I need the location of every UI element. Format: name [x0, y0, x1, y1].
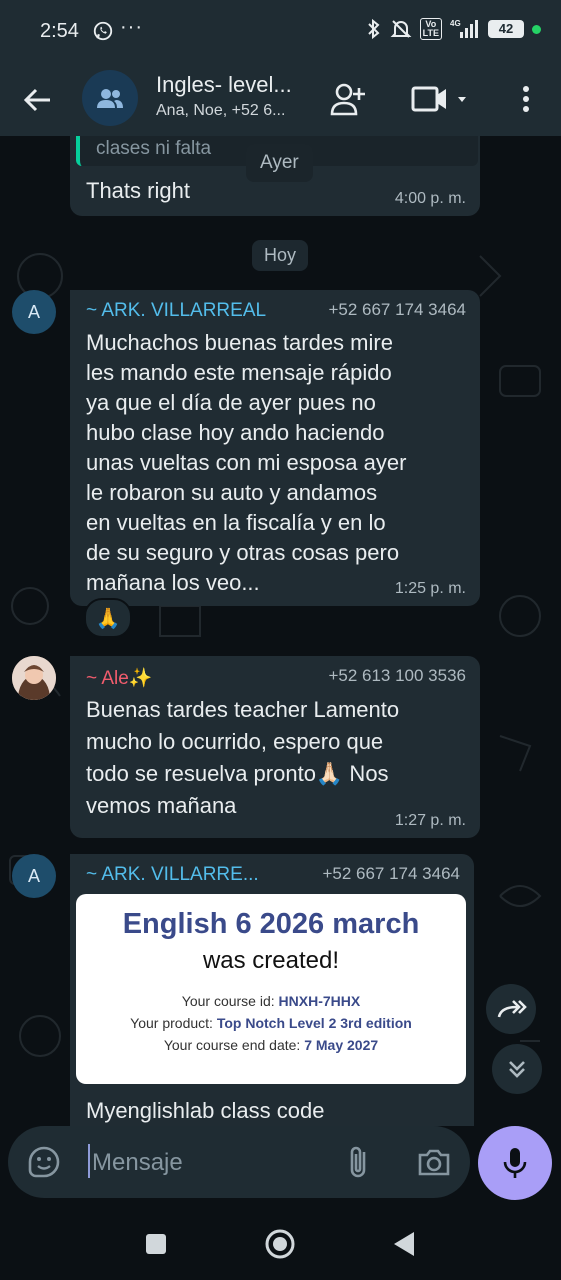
forward-button[interactable] — [486, 984, 536, 1034]
message-line: todo se resuelva pronto🙏🏻 Nos — [86, 761, 389, 786]
camera-icon — [418, 1149, 450, 1176]
course-id-value: HNXH-7HHX — [278, 993, 361, 1009]
course-created-image[interactable]: English 6 2026 march was created! Your c… — [76, 894, 466, 1084]
forward-icon — [497, 1000, 527, 1018]
chat-title: Ingles- level... — [156, 72, 292, 97]
paperclip-icon — [350, 1146, 366, 1178]
message-input[interactable] — [90, 1144, 324, 1182]
sticker-button[interactable] — [26, 1144, 62, 1185]
voice-message-button[interactable] — [478, 1126, 552, 1200]
message-line: unas vueltas con mi esposa ayer — [86, 450, 407, 475]
triangle-back-icon — [394, 1232, 414, 1256]
double-chevron-down-icon — [509, 1061, 525, 1078]
camera-button[interactable] — [416, 1144, 452, 1185]
message-line: hubo clase hoy ando haciendo — [86, 420, 385, 445]
message-line: mañana los veo... — [86, 570, 260, 595]
system-navigation-bar — [0, 1206, 561, 1280]
microphone-icon — [503, 1148, 527, 1178]
video-call-button[interactable] — [410, 82, 476, 121]
message-input-container[interactable] — [8, 1126, 470, 1198]
bluetooth-icon — [367, 18, 380, 40]
end-date-label: Your course end date: — [163, 1037, 301, 1053]
sender-phone: +52 667 174 3464 — [322, 864, 460, 883]
privacy-indicator-dot — [532, 24, 541, 34]
circle-home-icon — [265, 1229, 295, 1259]
message-line: Muchachos buenas tardes mire — [86, 330, 393, 355]
message-line: vemos mañana — [86, 793, 237, 818]
message-line: mucho lo ocurrido, espero que — [86, 729, 384, 754]
group-icon — [97, 89, 123, 108]
message-time: 4:00 p. m. — [394, 190, 466, 207]
attach-button[interactable] — [344, 1144, 374, 1185]
chat-messages-area[interactable]: clases ni falta Thats right 4:00 p. m. A… — [0, 136, 561, 1126]
message-bubble[interactable]: ~ ARK. VILLARREAL +52 667 174 3464 Mucha… — [70, 290, 480, 606]
message-reaction[interactable]: 🙏 — [84, 598, 132, 638]
chat-participants: Ana, Noe, +52 6... — [156, 102, 286, 119]
compose-bar — [0, 1126, 561, 1206]
more-notifications-icon: ··· — [120, 16, 143, 38]
message-text: Thats right — [86, 178, 190, 203]
battery-icon: 42 — [488, 20, 524, 38]
quoted-text: clases ni falta — [96, 138, 212, 159]
message-time: 1:25 p. m. — [394, 580, 466, 597]
message-text: Myenglishlab class code — [86, 1098, 325, 1123]
video-camera-icon — [411, 86, 466, 112]
back-nav-button[interactable] — [394, 1232, 414, 1261]
sender-avatar[interactable]: A — [12, 854, 56, 898]
course-id-label: Your course id: — [181, 993, 275, 1009]
sticker-icon — [28, 1146, 60, 1178]
product-label: Your product: — [130, 1015, 213, 1031]
course-id-line: Your course id: HNXH-7HHX — [76, 993, 466, 1009]
message-line: les mando este mensaje rápido — [86, 360, 392, 385]
sender-avatar[interactable] — [12, 656, 56, 700]
end-date-value: 7 May 2027 — [304, 1037, 379, 1053]
status-time: 2:54 — [40, 20, 79, 42]
more-vertical-icon — [523, 86, 529, 112]
svg-text:4G: 4G — [450, 19, 461, 28]
sender-phone: +52 613 100 3536 — [328, 666, 466, 685]
signal-icon: 4G — [450, 19, 478, 38]
profile-photo-icon — [12, 656, 56, 700]
status-bar: 2:54 ··· Vo LTE 4G 42 — [0, 0, 561, 62]
chat-title-block[interactable]: Ingles- level... Ana, Noe, +52 6... — [156, 72, 326, 120]
message-line: le robaron su auto y andamos — [86, 480, 378, 505]
recents-button[interactable] — [146, 1234, 166, 1259]
message-text: Muchachos buenas tardes mire les mando e… — [86, 328, 406, 598]
add-person-icon — [330, 83, 365, 116]
more-options-button[interactable] — [514, 82, 538, 121]
volte-icon: Vo LTE — [419, 18, 442, 40]
sender-avatar[interactable]: A — [12, 290, 56, 334]
mute-icon — [390, 20, 412, 38]
end-date-line: Your course end date: 7 May 2027 — [76, 1037, 466, 1053]
product-value: Top Notch Level 2 3rd edition — [216, 1015, 412, 1031]
whatsapp-notification-icon — [92, 20, 114, 47]
add-participant-button[interactable] — [330, 82, 368, 121]
message-time: 1:27 p. m. — [394, 812, 466, 829]
arrow-left-icon — [23, 88, 50, 112]
square-icon — [146, 1234, 166, 1254]
sender-name[interactable]: ~ Ale✨ — [86, 666, 152, 690]
course-title: English 6 2026 march — [122, 908, 420, 940]
back-button[interactable] — [20, 82, 56, 118]
sender-name[interactable]: ~ ARK. VILLARRE... — [86, 864, 259, 886]
message-line: en vueltas en la fiscalía y en lo — [86, 510, 386, 535]
message-text: Buenas tardes teacher Lamento mucho lo o… — [86, 694, 399, 822]
product-line: Your product: Top Notch Level 2 3rd edit… — [76, 1015, 466, 1031]
date-separator: Hoy — [252, 240, 309, 271]
message-bubble[interactable]: ~ Ale✨ +52 613 100 3536 Buenas tardes te… — [70, 656, 480, 838]
scroll-to-bottom-button[interactable] — [492, 1044, 542, 1094]
chat-header: Ingles- level... Ana, Noe, +52 6... — [0, 62, 561, 136]
message-line: ya que el día de ayer pues no — [86, 390, 376, 415]
floating-date-chip: Ayer — [246, 144, 313, 182]
status-icons: Vo LTE 4G 42 — [366, 18, 541, 40]
whatsapp-chat-screen: 2:54 ··· Vo LTE 4G 42 Ingles- level... A… — [0, 0, 561, 1280]
sender-phone: +52 667 174 3464 — [328, 300, 466, 319]
message-line: de su seguro y otras cosas pero — [86, 540, 400, 565]
home-button[interactable] — [264, 1228, 296, 1265]
sender-name[interactable]: ~ ARK. VILLARREAL — [86, 300, 266, 322]
group-avatar[interactable] — [82, 70, 138, 126]
message-line: Buenas tardes teacher Lamento — [86, 697, 400, 722]
course-created-text: was created! — [202, 947, 340, 974]
